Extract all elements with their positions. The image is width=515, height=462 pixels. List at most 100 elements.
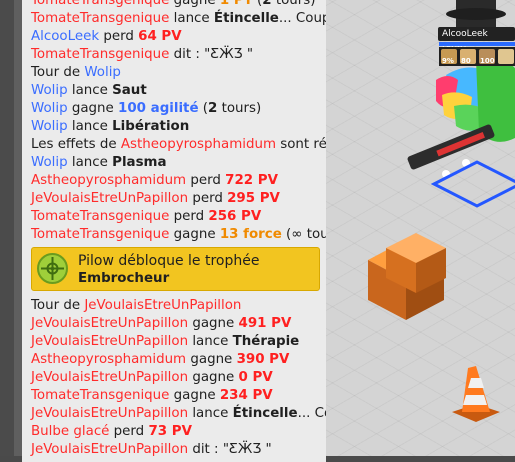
log-text: gagne <box>188 370 239 385</box>
player-name[interactable]: JeVoulaisEtreUnPapillon <box>31 316 188 331</box>
log-text: lance <box>67 119 113 134</box>
traffic-cone-icon <box>452 366 500 422</box>
log-text: Les effets de <box>31 137 121 152</box>
value-text: 64 PV <box>138 29 182 44</box>
log-text: Saut <box>112 83 147 98</box>
value-text: 73 PV <box>148 424 192 439</box>
player-name[interactable]: TomateTransgenique <box>31 0 169 8</box>
log-text: sont réduit <box>280 137 326 152</box>
log-line: JeVoulaisEtreUnPapillon perd 295 PV <box>31 190 280 208</box>
log-line: Les effets de Astheopyrosphamidum sont r… <box>31 136 326 154</box>
value-text: 722 PV <box>225 173 278 188</box>
log-text: gagne <box>169 388 220 403</box>
log-text: tours) <box>271 0 316 8</box>
log-text: Tour de <box>31 298 85 313</box>
log-line: JeVoulaisEtreUnPapillon gagne 0 PV <box>31 369 273 387</box>
log-line: Tour de Wolip <box>31 64 121 82</box>
log-text: Étincelle <box>232 406 298 421</box>
log-line: AlcooLeek perd 64 PV <box>31 28 182 46</box>
log-line: Tour de JeVoulaisEtreUnPapillon <box>31 297 241 315</box>
value-text: 1 PT <box>219 0 253 8</box>
log-text: Thérapie <box>232 334 300 349</box>
log-line: TomateTransgenique gagne 13 force (∞ tou… <box>31 226 326 244</box>
game-field[interactable]: AlcooLeek (806) 9%80100 <box>326 0 515 456</box>
player-name[interactable]: TomateTransgenique <box>31 47 169 62</box>
player-name[interactable]: JeVoulaisEtreUnPapillon <box>31 191 188 206</box>
log-text: ... Coup crit <box>278 11 326 26</box>
player-name[interactable]: Wolip <box>31 83 68 98</box>
log-text: lance <box>188 406 233 421</box>
player-name[interactable]: Wolip <box>84 65 121 80</box>
player-name[interactable]: Astheopyrosphamidum <box>121 137 276 152</box>
log-text: " <box>261 442 272 457</box>
combat-log[interactable]: TomateTransgenique gagne 1 PT (2 tours) T… <box>22 0 326 462</box>
log-line: JeVoulaisEtreUnPapillon lance Thérapie <box>31 333 299 351</box>
player-name[interactable]: TomateTransgenique <box>31 11 169 26</box>
value-text: 491 PV <box>238 316 292 331</box>
log-line: TomateTransgenique dit : "ƸӜƷ " <box>31 46 253 64</box>
player-name[interactable]: JeVoulaisEtreUnPapillon <box>31 406 188 421</box>
value-text: 100 agilité <box>118 101 199 116</box>
player-name[interactable]: TomateTransgenique <box>31 388 169 403</box>
log-text: ƸӜƷ <box>210 47 243 62</box>
value-text: 0 PV <box>238 370 273 385</box>
player-name[interactable]: JeVoulaisEtreUnPapillon <box>31 334 188 349</box>
log-text: gagne <box>188 316 239 331</box>
log-text: dit : " <box>169 47 211 62</box>
player-name[interactable]: TomateTransgenique <box>31 209 169 224</box>
player-name[interactable]: Astheopyrosphamidum <box>31 173 186 188</box>
log-text: Libération <box>112 119 190 134</box>
log-text: lance <box>169 11 214 26</box>
log-text: perd <box>186 173 226 188</box>
log-line: TomateTransgenique perd 256 PV <box>31 208 261 226</box>
log-text: 2 <box>208 101 218 116</box>
player-name[interactable]: Bulbe glacé <box>31 424 109 439</box>
log-line: JeVoulaisEtreUnPapillon lance Étincelle.… <box>31 405 326 423</box>
value-text: 234 PV <box>219 388 273 403</box>
log-text: gagne <box>169 227 220 242</box>
log-text: perd <box>109 424 149 439</box>
left-gutter <box>0 0 14 456</box>
log-text: ( <box>252 0 263 8</box>
log-text: gagne <box>169 0 220 8</box>
log-text: Étincelle <box>213 11 279 26</box>
scrollbar[interactable] <box>14 0 22 456</box>
log-line: JeVoulaisEtreUnPapillon gagne 491 PV <box>31 315 291 333</box>
trophy-name: Embrocheur <box>78 271 170 286</box>
value-text: 390 PV <box>236 352 290 367</box>
player-name[interactable]: Wolip <box>31 155 68 170</box>
log-line: Wolip lance Saut <box>31 82 147 100</box>
player-name[interactable]: Wolip <box>31 119 68 134</box>
log-text: Plasma <box>112 155 167 170</box>
trophy-unlock-text: Pilow débloque le trophée <box>78 253 260 269</box>
log-text: ... Coup <box>297 406 326 421</box>
log-text: gagne <box>67 101 119 116</box>
trophy-notification: Pilow débloque le trophée Embrocheur <box>31 247 320 291</box>
log-line: Wolip gagne 100 agilité (2 tours) <box>31 100 261 118</box>
player-name[interactable]: JeVoulaisEtreUnPapillon <box>31 442 188 457</box>
log-text: perd <box>169 209 209 224</box>
log-text: (∞ tours) <box>286 227 326 242</box>
log-text: perd <box>188 191 228 206</box>
log-text: ƸӜƷ <box>229 442 262 457</box>
player-name[interactable]: JeVoulaisEtreUnPapillon <box>84 298 241 313</box>
trophy-icon <box>37 253 68 284</box>
player-name[interactable]: AlcooLeek <box>31 29 99 44</box>
log-line: JeVoulaisEtreUnPapillon dit : "ƸӜƷ " <box>31 441 272 459</box>
player-name[interactable]: JeVoulaisEtreUnPapillon <box>31 370 188 385</box>
log-line: Astheopyrosphamidum gagne 390 PV <box>31 351 289 369</box>
log-text: perd <box>99 29 139 44</box>
log-text: " <box>242 47 253 62</box>
player-name[interactable]: Wolip <box>31 101 68 116</box>
log-text: Tour de <box>31 65 85 80</box>
log-line: TomateTransgenique lance Étincelle... Co… <box>31 10 326 28</box>
log-text: dit : " <box>188 442 229 457</box>
player-name[interactable]: TomateTransgenique <box>31 227 169 242</box>
player-name[interactable]: Astheopyrosphamidum <box>31 352 186 367</box>
log-line: Wolip lance Libération <box>31 118 189 136</box>
log-text: ( <box>198 101 209 116</box>
log-line: TomateTransgenique gagne 1 PT (2 tours) <box>31 0 316 10</box>
log-line: Wolip lance Plasma <box>31 154 167 172</box>
log-line: Bulbe glacé perd 73 PV <box>31 423 192 441</box>
log-text: gagne <box>186 352 237 367</box>
